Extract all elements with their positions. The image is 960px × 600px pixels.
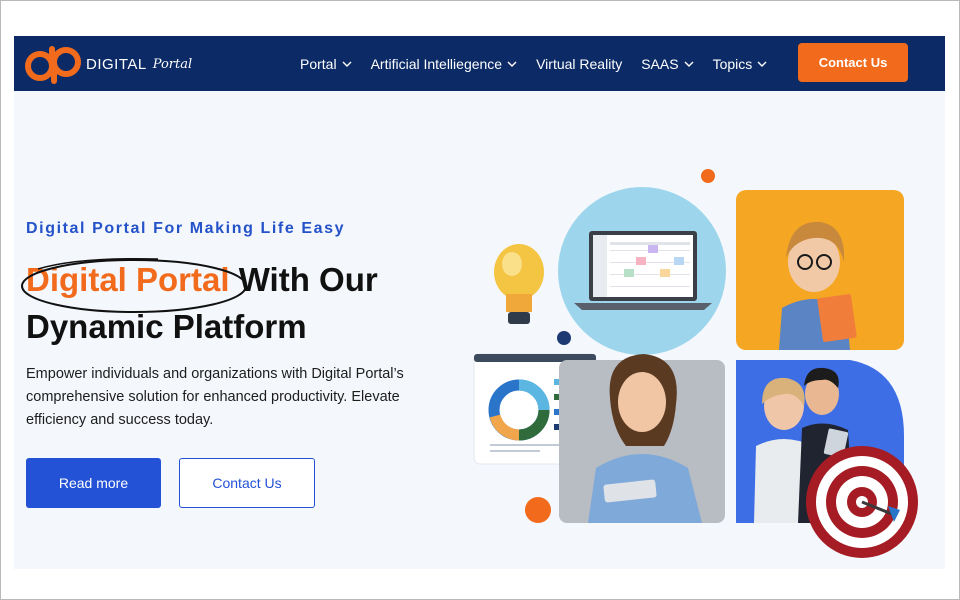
laptop-calendar-icon: [558, 187, 726, 355]
decor-dot: [525, 497, 551, 523]
headline-rest: With Our: [238, 261, 378, 298]
logo-dp-icon: [25, 46, 81, 84]
nav-item-label: Artificial Intelliegence: [370, 55, 503, 72]
nav-item-label: Topics: [712, 55, 753, 72]
hand-drawn-circle-icon: [21, 257, 247, 313]
hero-eyebrow: Digital Portal For Making Life Easy: [26, 220, 346, 237]
nav-item-virtual-reality[interactable]: Virtual Reality: [536, 56, 622, 72]
nav-item-artificial-intelligence[interactable]: Artificial Intelliegence: [371, 56, 518, 72]
nav-item-topics[interactable]: Topics: [713, 56, 768, 72]
chevron-down-icon: [342, 61, 352, 67]
nav-contact-button[interactable]: Contact Us: [798, 43, 908, 82]
nav-bar: DIGITAL Portal Portal Artificial Intelli…: [14, 36, 945, 91]
chevron-down-icon: [757, 61, 767, 67]
lightbulb-icon: [494, 244, 544, 324]
nav-item-portal[interactable]: Portal: [300, 56, 352, 72]
hero-headline: Digital Portal With Our Dynamic Platform: [21, 256, 456, 350]
contact-us-button[interactable]: Contact Us: [179, 458, 315, 508]
woman-photo-card: [559, 354, 725, 523]
business-photo-card: [736, 360, 904, 523]
logo-wordmark: DIGITAL: [86, 55, 147, 73]
nav-item-label: Portal: [300, 55, 337, 72]
student-photo-card: [736, 190, 904, 350]
nav-item-label: Virtual Reality: [536, 55, 623, 72]
page: DIGITAL Portal Portal Artificial Intelli…: [14, 36, 945, 569]
chevron-down-icon: [507, 61, 517, 67]
decor-dot: [557, 331, 571, 345]
target-icon: [806, 446, 918, 558]
browser-frame: DIGITAL Portal Portal Artificial Intelli…: [0, 0, 960, 600]
logo-script: Portal: [152, 56, 193, 72]
headline-accent-wrap: Digital Portal: [21, 257, 247, 313]
nav-item-saas[interactable]: SAAS: [641, 55, 694, 72]
donut-chart-icon: [473, 353, 597, 465]
nav-menu: Portal Artificial Intelliegence Virtual …: [300, 36, 786, 91]
chevron-down-icon: [684, 61, 694, 67]
nav-item-label: SAAS: [641, 55, 679, 72]
decor-dot: [701, 169, 715, 183]
read-more-button[interactable]: Read more: [26, 458, 161, 508]
logo[interactable]: DIGITAL Portal: [24, 44, 192, 84]
hero-description: Empower individuals and organizations wi…: [26, 366, 404, 428]
